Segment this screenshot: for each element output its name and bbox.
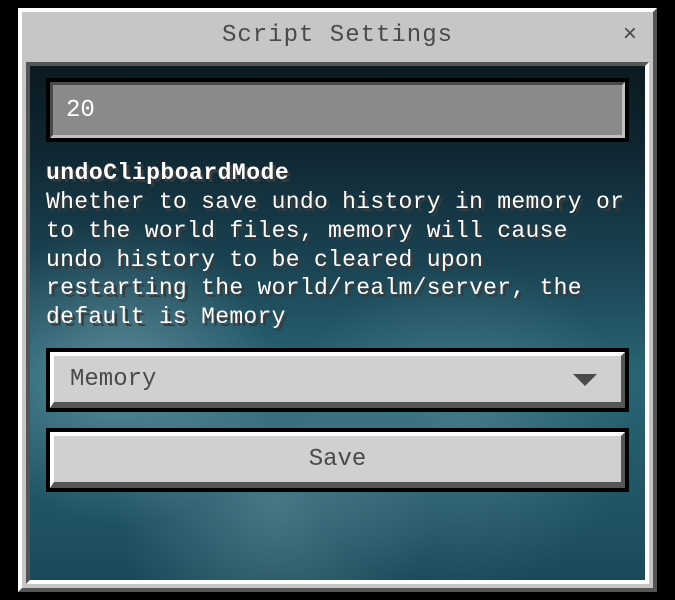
close-button[interactable]: × (615, 20, 645, 50)
content-area: undoClipboardMode Whether to save undo h… (26, 62, 649, 584)
mode-dropdown[interactable]: Memory (46, 348, 629, 412)
settings-window: Script Settings × undoClipboardMode Whet… (14, 4, 661, 596)
dropdown-selected: Memory (70, 366, 573, 393)
chevron-down-icon (573, 374, 597, 386)
content-inner: undoClipboardMode Whether to save undo h… (46, 78, 629, 492)
setting-title: undoClipboardMode (46, 160, 629, 186)
close-icon: × (623, 22, 637, 49)
save-button-label: Save (309, 446, 367, 473)
value-input[interactable] (46, 78, 629, 142)
save-button[interactable]: Save (46, 428, 629, 492)
input-wrapper (46, 78, 629, 142)
window-title: Script Settings (222, 22, 453, 49)
setting-description: Whether to save undo history in memory o… (46, 188, 629, 332)
titlebar: Script Settings × (22, 12, 653, 58)
